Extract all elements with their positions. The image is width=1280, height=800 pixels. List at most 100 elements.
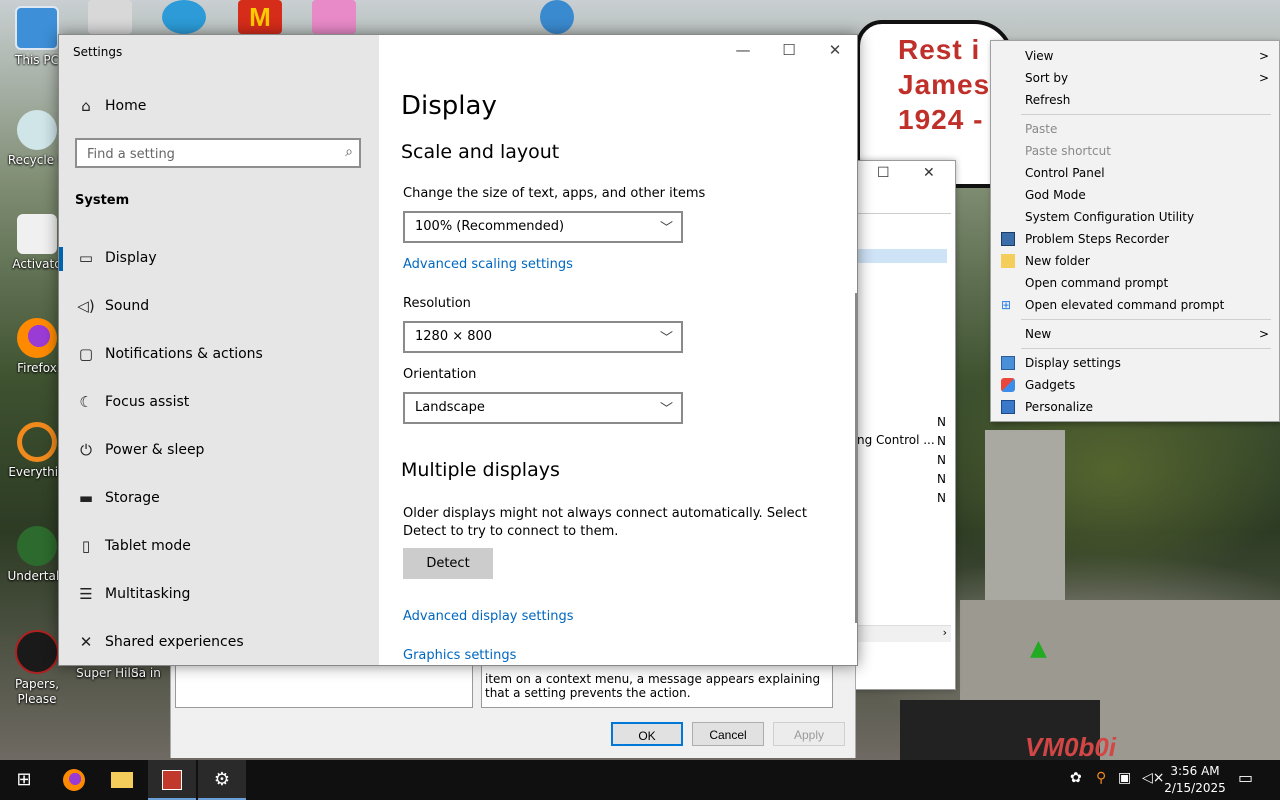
- advanced-scaling-link[interactable]: Advanced scaling settings: [403, 257, 573, 272]
- tray-app-icon[interactable]: ✿: [1070, 770, 1082, 786]
- sign-line-1: Rest i: [898, 34, 981, 65]
- recorder-icon: [1001, 232, 1015, 246]
- action-center-icon[interactable]: ▭: [1238, 768, 1253, 787]
- menu-item-open-command-prompt[interactable]: Open command prompt: [991, 272, 1279, 294]
- scale-heading: Scale and layout: [401, 141, 560, 163]
- minimize-icon[interactable]: —: [723, 41, 763, 59]
- graphics-settings-link[interactable]: Graphics settings: [403, 648, 516, 663]
- resolution-value: 1280 × 800: [415, 329, 493, 344]
- taskbar-app[interactable]: [148, 760, 196, 800]
- chevron-right-icon: >: [1258, 71, 1269, 85]
- nav-home-label: Home: [105, 98, 147, 114]
- maximize-icon[interactable]: ☐: [877, 165, 890, 181]
- horizontal-scrollbar[interactable]: ›: [851, 625, 951, 642]
- menu-item-god-mode[interactable]: God Mode: [991, 184, 1279, 206]
- chevron-down-icon: ﹀: [659, 221, 673, 236]
- desktop-icon-label: Activato: [12, 257, 62, 271]
- start-button[interactable]: ⊞: [0, 760, 48, 800]
- taskbar-settings[interactable]: ⚙: [198, 760, 246, 800]
- selected-row[interactable]: [857, 249, 947, 263]
- search-box[interactable]: ⌕: [75, 138, 361, 168]
- scroll-right-icon[interactable]: ›: [943, 626, 947, 639]
- menu-item-label: Paste shortcut: [1025, 144, 1111, 158]
- desktop-icon-label: This PC: [15, 53, 59, 67]
- document-icon: [17, 214, 57, 254]
- menu-item-view[interactable]: View >: [991, 45, 1279, 67]
- desktop-icon-partial[interactable]: Sa in: [126, 666, 166, 681]
- close-icon[interactable]: ✕: [923, 165, 935, 181]
- search-icon[interactable]: ⌕: [345, 144, 353, 160]
- taskbar-file-explorer[interactable]: [98, 760, 146, 800]
- help-text: item on a context menu, a message appear…: [485, 672, 821, 700]
- nav-sound[interactable]: ◁) Sound: [59, 287, 379, 327]
- nav-home[interactable]: ⌂ Home: [59, 87, 379, 127]
- settings-sidebar: Settings ⌂ Home ⌕ System ▭ Display ◁) So…: [59, 35, 379, 665]
- scale-dropdown[interactable]: 100% (Recommended) ﹀: [403, 211, 683, 243]
- nav-storage[interactable]: ▬ Storage: [59, 479, 379, 519]
- taskbar-firefox[interactable]: [50, 760, 98, 800]
- network-icon[interactable]: ▣: [1118, 770, 1131, 786]
- settings-window[interactable]: Settings ⌂ Home ⌕ System ▭ Display ◁) So…: [58, 34, 858, 666]
- menu-item-label: System Configuration Utility: [1025, 210, 1195, 224]
- menu-item-display-settings[interactable]: Display settings: [991, 352, 1279, 374]
- vertical-scrollbar[interactable]: [855, 293, 857, 623]
- advanced-display-link[interactable]: Advanced display settings: [403, 609, 573, 624]
- menu-item-label: New folder: [1025, 254, 1090, 268]
- search-input[interactable]: [85, 144, 329, 164]
- menu-item-new-folder[interactable]: New folder: [991, 250, 1279, 272]
- menu-item-open-elevated-command-prompt[interactable]: ⊞ Open elevated command prompt: [991, 294, 1279, 316]
- detect-button[interactable]: Detect: [403, 548, 493, 579]
- mcdonalds-icon[interactable]: M: [238, 0, 282, 34]
- menu-item-personalize[interactable]: Personalize: [991, 396, 1279, 418]
- chevron-down-icon: ﹀: [659, 331, 673, 346]
- menu-item-gadgets[interactable]: Gadgets: [991, 374, 1279, 396]
- menu-item-label: Paste: [1025, 122, 1058, 136]
- nav-notifications[interactable]: ▢ Notifications & actions: [59, 335, 379, 375]
- menu-item-label: Open command prompt: [1025, 276, 1169, 290]
- nav-tablet-mode[interactable]: ▯ Tablet mode: [59, 527, 379, 567]
- messenger-icon[interactable]: [540, 0, 574, 34]
- close-icon[interactable]: ✕: [815, 41, 855, 59]
- menu-item-problem-steps-recorder[interactable]: Problem Steps Recorder: [991, 228, 1279, 250]
- menu-item-paste[interactable]: Paste: [991, 118, 1279, 140]
- menu-item-control-panel[interactable]: Control Panel: [991, 162, 1279, 184]
- menu-item-new[interactable]: New >: [991, 323, 1279, 345]
- menu-item-label: Personalize: [1025, 400, 1094, 414]
- policy-row-label[interactable]: ng Control ...: [857, 433, 935, 447]
- firefox-icon: [17, 318, 57, 358]
- moon-icon: ☾: [79, 393, 93, 411]
- nav-label: Display: [105, 250, 157, 266]
- menu-item-label: Open elevated command prompt: [1025, 298, 1225, 312]
- apply-button[interactable]: Apply: [773, 722, 845, 746]
- desktop-game-icon-2[interactable]: [312, 0, 356, 34]
- chevron-right-icon: >: [1258, 327, 1269, 341]
- menu-item-sort-by[interactable]: Sort by >: [991, 67, 1279, 89]
- nav-display[interactable]: ▭ Display: [59, 239, 379, 279]
- chevron-right-icon: >: [1258, 49, 1269, 63]
- nav-shared-experiences[interactable]: ✕ Shared experiences: [59, 623, 379, 663]
- desktop-game-icon[interactable]: [162, 0, 206, 34]
- policy-dialog[interactable]: item on a context menu, a message appear…: [170, 660, 856, 758]
- tray-search-icon[interactable]: ⚲: [1096, 770, 1106, 786]
- nav-power-sleep[interactable]: ⏻ Power & sleep: [59, 431, 379, 471]
- cancel-button[interactable]: Cancel: [692, 722, 764, 746]
- menu-item-refresh[interactable]: Refresh: [991, 89, 1279, 111]
- desktop-context-menu: View > Sort by > Refresh Paste Paste sho…: [990, 40, 1280, 422]
- orientation-dropdown[interactable]: Landscape ﹀: [403, 392, 683, 424]
- menu-separator: [1021, 348, 1271, 349]
- background-window[interactable]: ☐ ✕ ng Control ... N N N N N ›: [850, 160, 956, 690]
- orientation-value: Landscape: [415, 400, 485, 415]
- desktop-app-icon[interactable]: [88, 0, 132, 34]
- ok-button[interactable]: OK: [611, 722, 683, 746]
- policy-options-box: [175, 660, 473, 708]
- clock[interactable]: 3:56 AM 2/15/2025: [1160, 763, 1230, 797]
- multiple-displays-heading: Multiple displays: [401, 459, 560, 481]
- maximize-icon[interactable]: ☐: [769, 41, 809, 59]
- resolution-dropdown[interactable]: 1280 × 800 ﹀: [403, 321, 683, 353]
- nav-multitasking[interactable]: ☰ Multitasking: [59, 575, 379, 615]
- desktop-icon-label: Papers, Please: [14, 677, 60, 706]
- menu-item-label: Control Panel: [1025, 166, 1105, 180]
- menu-item-paste-shortcut[interactable]: Paste shortcut: [991, 140, 1279, 162]
- menu-item-system-configuration[interactable]: System Configuration Utility: [991, 206, 1279, 228]
- nav-focus-assist[interactable]: ☾ Focus assist: [59, 383, 379, 423]
